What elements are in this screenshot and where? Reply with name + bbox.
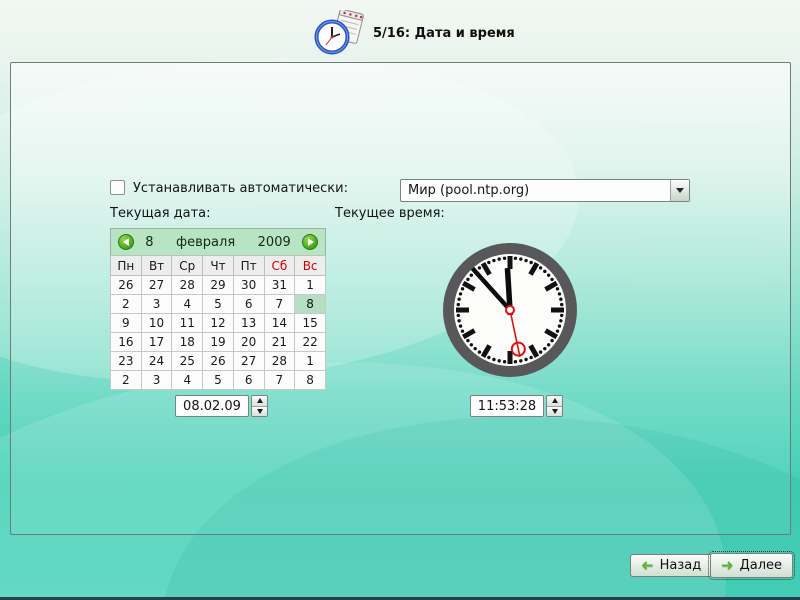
calendar-month: февраля <box>176 235 235 250</box>
calendar-day-cell[interactable]: 16 <box>111 333 142 352</box>
calendar-weekday-header: Сб <box>264 256 295 276</box>
calendar-day-cell[interactable]: 7 <box>264 371 295 390</box>
calendar-day-cell[interactable]: 12 <box>203 314 234 333</box>
calendar-weekday-header: Вс <box>295 256 326 276</box>
calendar-day-cell[interactable]: 28 <box>172 276 203 295</box>
date-spinner <box>251 395 268 417</box>
calendar-widget: 8 февраля 2009 ПнВтСрЧтПтСбВс 2627282930… <box>110 228 326 390</box>
arrow-right-icon <box>308 238 314 246</box>
calendar-day-cell[interactable]: 20 <box>233 333 264 352</box>
date-time-icon <box>314 10 364 56</box>
calendar-day-cell[interactable]: 21 <box>264 333 295 352</box>
next-month-button[interactable] <box>302 234 318 250</box>
time-spinner-down-button[interactable] <box>547 407 562 417</box>
time-spinner <box>546 395 563 417</box>
calendar-day-cell[interactable]: 2 <box>111 295 142 314</box>
calendar-day-cell[interactable]: 27 <box>233 352 264 371</box>
arrow-down-icon <box>257 409 263 414</box>
calendar-day-cell[interactable]: 4 <box>172 295 203 314</box>
auto-ntp-checkbox[interactable] <box>110 180 125 195</box>
arrow-left-icon: ➜ <box>641 558 654 573</box>
current-date-label: Текущая дата: <box>110 206 211 221</box>
calendar-day-cell[interactable]: 23 <box>111 352 142 371</box>
calendar-day-cell[interactable]: 3 <box>141 371 172 390</box>
calendar-day-cell[interactable]: 3 <box>141 295 172 314</box>
calendar-header: 8 февраля 2009 <box>110 228 326 255</box>
calendar-day-cell[interactable]: 5 <box>203 371 234 390</box>
calendar-weekday-header: Пн <box>111 256 142 276</box>
calendar-day-cell[interactable]: 13 <box>233 314 264 333</box>
calendar-day-cell[interactable]: 15 <box>295 314 326 333</box>
time-spinner-up-button[interactable] <box>547 396 562 407</box>
arrow-up-icon <box>257 398 263 403</box>
calendar-day-cell[interactable]: 6 <box>233 371 264 390</box>
calendar-weekday-header: Ср <box>172 256 203 276</box>
calendar-day-cell[interactable]: 18 <box>172 333 203 352</box>
calendar-day-cell[interactable]: 26 <box>203 352 234 371</box>
calendar-day-cell[interactable]: 2 <box>111 371 142 390</box>
date-spin-group: 08.02.09 <box>175 395 268 417</box>
calendar-weekday-header: Пт <box>233 256 264 276</box>
ntp-server-value: Мир (pool.ntp.org) <box>401 183 670 198</box>
calendar-day-cell[interactable]: 17 <box>141 333 172 352</box>
calendar-grid: ПнВтСрЧтПтСбВс 2627282930311234567891011… <box>110 255 326 390</box>
calendar-day-cell[interactable]: 14 <box>264 314 295 333</box>
titlebar: 5/16: Дата и время <box>0 0 800 62</box>
page-title: 5/16: Дата и время <box>373 26 515 41</box>
arrow-up-icon <box>552 398 558 403</box>
chevron-down-icon <box>676 188 684 193</box>
analog-clock <box>440 240 580 380</box>
calendar-weekday-header: Чт <box>203 256 234 276</box>
calendar-day-cell[interactable]: 9 <box>111 314 142 333</box>
next-button-label: Далее <box>740 558 782 573</box>
date-spinner-up-button[interactable] <box>252 396 267 407</box>
calendar-day-cell[interactable]: 25 <box>172 352 203 371</box>
auto-ntp-checkbox-label: Устанавливать автоматически: <box>133 181 348 196</box>
calendar-day-cell[interactable]: 22 <box>295 333 326 352</box>
prev-month-button[interactable] <box>118 234 134 250</box>
calendar-day-cell[interactable]: 1 <box>295 352 326 371</box>
calendar-day-cell[interactable]: 8 <box>295 295 326 314</box>
calendar-day-cell[interactable]: 29 <box>203 276 234 295</box>
time-spin-group: 11:53:28 <box>470 395 563 417</box>
calendar-day-cell[interactable]: 19 <box>203 333 234 352</box>
calendar-day-cell[interactable]: 5 <box>203 295 234 314</box>
calendar-year: 2009 <box>258 235 291 250</box>
date-spinner-down-button[interactable] <box>252 407 267 417</box>
calendar-day-cell[interactable]: 24 <box>141 352 172 371</box>
arrow-left-icon <box>123 238 129 246</box>
calendar-day-cell[interactable]: 1 <box>295 276 326 295</box>
calendar-day-cell[interactable]: 30 <box>233 276 264 295</box>
arrow-right-icon: ➜ <box>721 558 734 573</box>
calendar-day-cell[interactable]: 10 <box>141 314 172 333</box>
current-time-label: Текущее время: <box>335 206 445 221</box>
back-button-label: Назад <box>660 558 702 573</box>
back-button[interactable]: ➜ Назад <box>630 554 712 577</box>
calendar-day-cell[interactable]: 11 <box>172 314 203 333</box>
calendar-day-cell[interactable]: 7 <box>264 295 295 314</box>
calendar-weekday-header: Вт <box>141 256 172 276</box>
next-button[interactable]: ➜ Далее <box>710 553 793 578</box>
calendar-day-cell[interactable]: 4 <box>172 371 203 390</box>
calendar-day-cell[interactable]: 28 <box>264 352 295 371</box>
calendar-day-cell[interactable]: 26 <box>111 276 142 295</box>
date-input[interactable]: 08.02.09 <box>175 395 249 417</box>
calendar-day-cell[interactable]: 6 <box>233 295 264 314</box>
ntp-server-select[interactable]: Мир (pool.ntp.org) <box>400 179 690 202</box>
calendar-day-cell[interactable]: 27 <box>141 276 172 295</box>
calendar-day-cell[interactable]: 31 <box>264 276 295 295</box>
time-input[interactable]: 11:53:28 <box>470 395 544 417</box>
calendar-selected-day: 8 <box>145 235 153 250</box>
calendar-day-cell[interactable]: 8 <box>295 371 326 390</box>
arrow-down-icon <box>552 409 558 414</box>
dropdown-arrow-button[interactable] <box>670 180 689 201</box>
